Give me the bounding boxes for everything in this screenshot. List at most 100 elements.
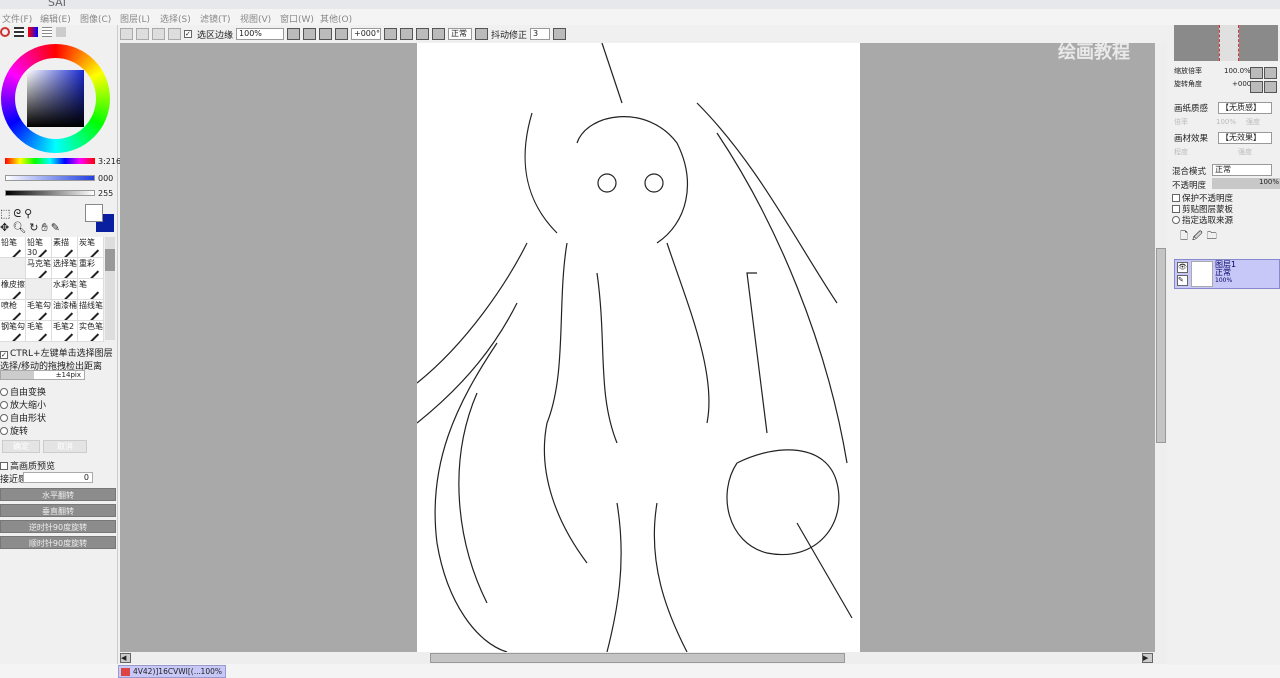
nav-zoom-in-button[interactable] [1264, 67, 1277, 79]
menu-view[interactable]: 视图(V) [240, 9, 280, 25]
swatches-tab-icon[interactable] [42, 27, 52, 37]
vertical-scrollbar[interactable] [1155, 43, 1167, 652]
protect-opacity-checkbox[interactable] [1172, 194, 1180, 202]
detect-distance-slider[interactable]: ±14pix [0, 370, 85, 380]
brush-slot[interactable]: 选择笔 [52, 258, 78, 279]
brush-slot[interactable]: 喷枪 [0, 300, 26, 321]
nav-zoom-out-button[interactable] [1250, 67, 1263, 79]
new-folder-icon[interactable]: 🗀 [1207, 231, 1221, 242]
brush-scroll-thumb[interactable] [105, 249, 115, 271]
selection-source-radio[interactable] [1172, 216, 1180, 224]
brush-slot[interactable]: 毛笔 [26, 321, 52, 342]
flip-vertical-button[interactable]: 垂直翻转 [0, 504, 116, 517]
rotate-ccw-button[interactable]: 逆时针90度旋转 [0, 520, 116, 533]
brush-slot[interactable]: 水彩笔 [52, 279, 78, 300]
menu-image[interactable]: 图像(C) [80, 9, 120, 25]
hq-preview-checkbox[interactable] [0, 462, 8, 470]
scroll-left-button[interactable]: ◀ [120, 653, 131, 663]
rotation-dropdown[interactable] [384, 28, 398, 40]
redo-button[interactable] [136, 28, 149, 40]
view-mode-button[interactable]: 正常 [448, 28, 473, 40]
layer-item[interactable]: 👁︎ ✎ 图层1 正常 100% [1174, 259, 1280, 289]
free-transform-radio[interactable] [0, 388, 8, 396]
canvas-area[interactable]: 绘画教程 [120, 43, 1155, 652]
document-tab[interactable]: 4V42)]16CVWI[(... 100% [118, 665, 226, 678]
horizontal-scrollbar[interactable]: ◀ ▶ [120, 652, 1167, 664]
saturation-slider[interactable] [5, 175, 95, 181]
hue-ring[interactable] [1, 44, 110, 153]
brush-slot[interactable]: 铅笔 [0, 237, 26, 258]
brush-slot[interactable]: 炭笔 [78, 237, 104, 258]
value-slider[interactable] [5, 190, 95, 196]
zoom-in-button[interactable] [319, 28, 333, 40]
hue-slider[interactable] [5, 158, 95, 164]
cancel-button[interactable]: 取消 [43, 440, 87, 453]
brush-slot[interactable]: 毛笔2 [52, 321, 78, 342]
free-shape-radio[interactable] [0, 414, 8, 422]
menu-layer[interactable]: 图层(L) [120, 9, 160, 25]
primary-color-swatch[interactable] [85, 204, 103, 222]
selection-edge-checkbox[interactable]: ✓ [184, 30, 192, 38]
rotation-reset-button[interactable] [432, 28, 446, 40]
ok-button[interactable]: 确定 [2, 440, 40, 453]
invert-selection-button[interactable] [168, 28, 181, 40]
stabilizer-dropdown[interactable] [553, 28, 567, 40]
menu-select[interactable]: 选择(S) [160, 9, 200, 25]
rotate-left-button[interactable] [400, 28, 414, 40]
rotate-cw-button[interactable]: 顺时针90度旋转 [0, 536, 116, 549]
brush-slot[interactable]: 铅笔30 [26, 237, 52, 258]
rotate-radio[interactable] [0, 427, 8, 435]
blend-mode-select[interactable]: 正常 [1212, 164, 1272, 176]
rotate-right-button[interactable] [416, 28, 430, 40]
menu-file[interactable]: 文件(F) [0, 9, 40, 25]
brush-slot[interactable]: 素描 [52, 237, 78, 258]
brush-slot[interactable]: 笔 [78, 279, 104, 300]
menu-window[interactable]: 窗口(W) [280, 9, 320, 25]
hand-tool-icon[interactable]: ✋︎ [41, 221, 50, 234]
magic-wand-icon[interactable]: ⚲ [24, 207, 35, 220]
scratchpad-tab-icon[interactable] [56, 27, 66, 37]
nav-rotate-left-button[interactable] [1250, 81, 1263, 93]
brush-slot[interactable]: 重彩 [78, 258, 104, 279]
brush-lock-icon[interactable]: ✎ [1177, 275, 1188, 286]
paper-texture-select[interactable]: 【无质感】 [1218, 102, 1272, 114]
brush-slot[interactable]: 马克笔 [26, 258, 52, 279]
menu-edit[interactable]: 编辑(E) [40, 9, 80, 25]
brush-slot[interactable]: 橡皮擦 [0, 279, 26, 300]
flip-view-button[interactable] [475, 28, 489, 40]
clipping-mask-checkbox[interactable] [1172, 205, 1180, 213]
undo-button[interactable] [120, 28, 133, 40]
scale-radio[interactable] [0, 401, 8, 409]
scroll-right-button[interactable]: ▶ [1142, 653, 1153, 663]
rgb-slider-tab-icon[interactable] [14, 27, 24, 37]
vertical-scroll-thumb[interactable] [1156, 248, 1166, 443]
ctrl-select-checkbox[interactable]: ✓ [0, 351, 8, 359]
brush-scrollbar[interactable] [105, 237, 115, 340]
brush-slot[interactable] [0, 258, 26, 279]
zoom-tool-icon[interactable]: 🔍︎ [12, 221, 29, 234]
visibility-eye-icon[interactable]: 👁︎ [1177, 262, 1188, 273]
eyedropper-icon[interactable]: ✎ [51, 221, 63, 234]
saturation-value-square[interactable] [27, 70, 84, 127]
rotate-tool-icon[interactable]: ↻ [29, 221, 41, 234]
zoom-out-button[interactable] [303, 28, 317, 40]
menu-other[interactable]: 其他(O) [320, 9, 360, 25]
proximity-field[interactable]: 0 [23, 472, 93, 483]
move-tool-icon[interactable]: ✥ [0, 221, 12, 234]
menu-filter[interactable]: 滤镜(T) [200, 9, 240, 25]
brush-effect-select[interactable]: 【无效果】 [1218, 132, 1272, 144]
new-linework-layer-icon[interactable]: 🖉 [1192, 231, 1207, 242]
zoom-reset-button[interactable] [335, 28, 349, 40]
brush-slot[interactable]: 实色笔 [78, 321, 104, 342]
zoom-field[interactable]: 100% [236, 28, 285, 40]
brush-slot[interactable]: 描线笔 [78, 300, 104, 321]
zoom-dropdown[interactable] [287, 28, 301, 40]
drawing-canvas[interactable] [416, 43, 860, 652]
nav-rotate-right-button[interactable] [1264, 81, 1277, 93]
navigator-preview[interactable] [1174, 25, 1278, 61]
horizontal-scroll-thumb[interactable] [430, 653, 845, 663]
new-layer-icon[interactable]: 🗋 [1180, 231, 1192, 242]
brush-slot[interactable]: 钢笔勾 [0, 321, 26, 342]
hsv-slider-tab-icon[interactable] [28, 27, 38, 37]
brush-slot[interactable] [26, 279, 52, 300]
